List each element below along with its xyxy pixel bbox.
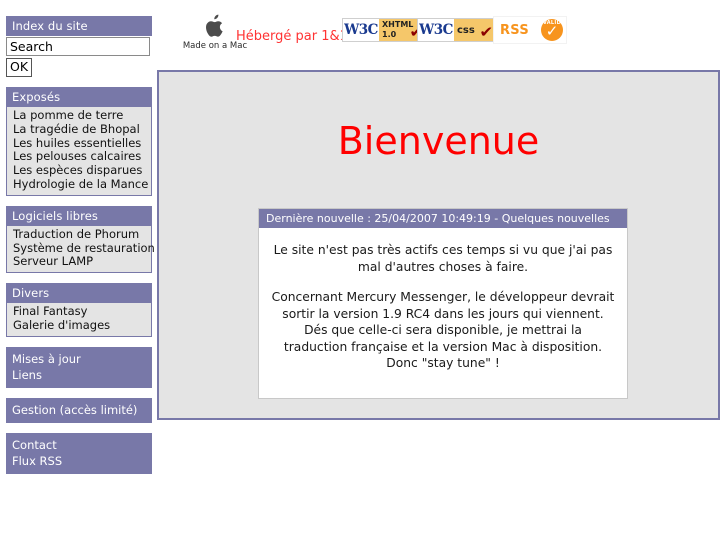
- search-input[interactable]: [6, 37, 150, 56]
- main-content-panel: Bienvenue Dernière nouvelle : 25/04/2007…: [157, 70, 720, 420]
- sidebar-section-header: Divers: [6, 283, 152, 304]
- sidebar-item[interactable]: Galerie d'images: [7, 318, 151, 333]
- sidebar-section: Contact Flux RSS: [6, 432, 152, 474]
- page-title: Bienvenue: [337, 119, 540, 163]
- news-box: Dernière nouvelle : 25/04/2007 10:49:19 …: [258, 208, 628, 399]
- sidebar-item[interactable]: Gestion (accès limité): [6, 402, 152, 418]
- rss-valid-badge[interactable]: RSS VALID ✓: [493, 16, 567, 44]
- sidebar-item[interactable]: Les huiles essentielles: [7, 136, 151, 151]
- sidebar-item[interactable]: Mises à jour: [6, 351, 152, 367]
- sidebar-section-list: La pomme de terre La tragédie de Bhopal Le…: [6, 107, 152, 196]
- sidebar-section-header: Logiciels libres: [6, 205, 152, 226]
- sidebar-item[interactable]: Les espèces disparues: [7, 163, 151, 178]
- badge-right-panel: css ✔: [454, 19, 495, 41]
- sidebar-search-header: Index du site: [6, 16, 152, 36]
- sidebar-section-list: Traduction de Phorum Système de restaurat…: [6, 225, 155, 274]
- w3c-css-badge[interactable]: W3C css ✔: [417, 18, 496, 42]
- rss-valid-icon: VALID ✓: [541, 19, 563, 41]
- sidebar-item[interactable]: Traduction de Phorum: [7, 227, 151, 242]
- sidebar-search-block: Index du site OK: [6, 16, 152, 77]
- sidebar-item[interactable]: Flux RSS: [6, 453, 152, 469]
- sidebar: Index du site OK ExposésLa pomme de terr…: [6, 16, 155, 484]
- search-row: OK: [6, 37, 152, 77]
- sidebar-item[interactable]: Contact: [6, 437, 152, 453]
- sidebar-section: Gestion (accès limité): [6, 397, 152, 423]
- sidebar-item[interactable]: Final Fantasy: [7, 304, 151, 319]
- sidebar-section-header: Exposés: [6, 87, 152, 107]
- sidebar-item[interactable]: La tragédie de Bhopal: [7, 122, 151, 137]
- w3c-logo-icon: W3C: [343, 19, 379, 41]
- sidebar-item[interactable]: Hydrologie de la Mance: [7, 177, 151, 192]
- sidebar-item[interactable]: Serveur LAMP: [7, 255, 151, 269]
- sidebar-plain-section: Contact Flux RSS: [6, 432, 152, 474]
- rss-label: RSS: [500, 23, 530, 38]
- sidebar-item[interactable]: Système de restauration: [7, 241, 155, 256]
- sidebar-item[interactable]: Liens: [6, 367, 152, 383]
- badge-label: css: [457, 25, 475, 36]
- sidebar-plain-section: Mises à jour Liens: [6, 346, 152, 388]
- sidebar-plain-section: Gestion (accès limité): [6, 397, 152, 423]
- news-paragraph: Le site n'est pas très actifs ces temps …: [273, 243, 613, 274]
- sidebar-item[interactable]: Les pelouses calcaires: [7, 150, 151, 164]
- sidebar-section: Exposés La pomme de terre La tragédie de B…: [6, 87, 152, 196]
- news-body: Le site n'est pas très actifs ces temps …: [259, 228, 627, 398]
- news-paragraph: Concernant Mercury Messenger, le dévelop…: [271, 290, 615, 370]
- topbar: Made on a Mac Hébergé par 1&1 W3C XHTML …: [160, 14, 720, 60]
- w3c-xhtml-badge[interactable]: W3C XHTML 1.0 ✔: [342, 18, 426, 42]
- sidebar-section: Mises à jour Liens: [6, 346, 152, 388]
- sidebar-section: Logiciels libres Traduction de Phorum Syst…: [6, 205, 155, 274]
- w3c-logo-icon: W3C: [418, 19, 454, 41]
- sidebar-section-list: Final Fantasy Galerie d'images: [6, 303, 152, 337]
- check-icon: ✔: [479, 23, 494, 41]
- hosting-text: Hébergé par 1&1: [236, 29, 348, 44]
- sidebar-section: Divers Final Fantasy Galerie d'images: [6, 283, 152, 337]
- badge-label-line2: 1.0: [382, 29, 397, 39]
- search-submit-button[interactable]: OK: [6, 58, 33, 77]
- tick-icon: ✓: [545, 22, 559, 40]
- sidebar-item[interactable]: La pomme de terre: [7, 108, 151, 123]
- news-header: Dernière nouvelle : 25/04/2007 10:49:19 …: [259, 209, 627, 228]
- sidebar-sections: Exposés La pomme de terre La tragédie de B…: [6, 87, 155, 474]
